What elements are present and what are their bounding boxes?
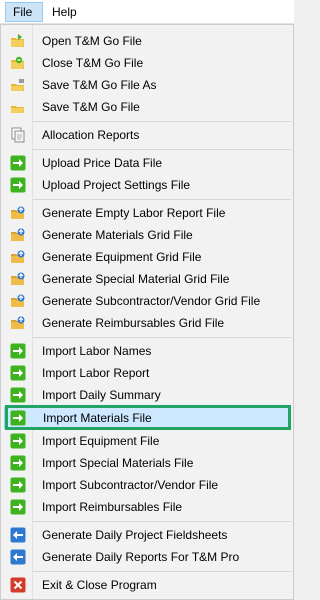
menu-item-upload-project-settings[interactable]: Upload Project Settings File <box>4 174 291 196</box>
generate-folder-icon <box>10 271 26 287</box>
menu-item-label: Open T&M Go File <box>42 34 142 48</box>
generate-folder-icon <box>10 293 26 309</box>
menu-item-generate-daily-reports-tm-pro[interactable]: Generate Daily Reports For T&M Pro <box>4 546 291 568</box>
import-arrow-icon <box>10 365 26 381</box>
menu-help[interactable]: Help <box>45 2 84 22</box>
menu-item-label: Import Subcontractor/Vendor File <box>42 478 219 492</box>
menu-separator <box>33 199 291 200</box>
menu-item-label: Allocation Reports <box>42 128 140 142</box>
menu-item-open-file[interactable]: Open T&M Go File <box>4 30 291 52</box>
menu-item-label: Import Labor Names <box>42 344 152 358</box>
menu-item-label: Save T&M Go File As <box>42 78 157 92</box>
menu-item-label: Import Labor Report <box>42 366 150 380</box>
back-arrow-icon <box>10 549 26 565</box>
menu-item-label: Generate Empty Labor Report File <box>42 206 226 220</box>
menu-item-save[interactable]: Save T&M Go File <box>4 96 291 118</box>
generate-folder-icon <box>10 315 26 331</box>
menu-item-label: Close T&M Go File <box>42 56 144 70</box>
menu-item-label: Import Reimbursables File <box>42 500 183 514</box>
menu-item-import-equipment-file[interactable]: Import Equipment File <box>4 430 291 452</box>
menu-item-generate-empty-labor-report[interactable]: Generate Empty Labor Report File <box>4 202 291 224</box>
menu-item-label: Generate Daily Reports For T&M Pro <box>42 550 240 564</box>
generate-folder-icon <box>10 227 26 243</box>
back-arrow-icon <box>10 527 26 543</box>
highlight-annotation-box <box>5 405 291 430</box>
open-folder-icon <box>10 33 26 49</box>
menu-item-label: Exit & Close Program <box>42 578 157 592</box>
menu-file[interactable]: File <box>5 2 43 22</box>
menu-item-import-labor-report[interactable]: Import Labor Report <box>4 362 291 384</box>
menu-separator <box>33 149 291 150</box>
import-arrow-icon <box>10 499 26 515</box>
menu-item-generate-reimbursables-grid[interactable]: Generate Reimbursables Grid File <box>4 312 291 334</box>
close-file-icon <box>10 55 26 71</box>
upload-arrow-icon <box>10 155 26 171</box>
menu-separator <box>33 121 291 122</box>
import-arrow-icon <box>10 387 26 403</box>
menu-item-label: Generate Special Material Grid File <box>42 272 230 286</box>
menu-item-import-subcontractor-vendor-file[interactable]: Import Subcontractor/Vendor File <box>4 474 291 496</box>
menu-item-label: Save T&M Go File <box>42 100 140 114</box>
menu-item-label: Generate Subcontractor/Vendor Grid File <box>42 294 261 308</box>
file-menu-dropdown: Open T&M Go File Close T&M Go File Save … <box>0 24 294 600</box>
upload-arrow-icon <box>10 177 26 193</box>
menu-item-close-file[interactable]: Close T&M Go File <box>4 52 291 74</box>
menu-separator <box>33 337 291 338</box>
reports-icon <box>10 127 26 143</box>
menu-item-import-reimbursables-file[interactable]: Import Reimbursables File <box>4 496 291 518</box>
generate-folder-icon <box>10 249 26 265</box>
menu-item-generate-materials-grid[interactable]: Generate Materials Grid File <box>4 224 291 246</box>
menu-item-exit-close-program[interactable]: Exit & Close Program <box>4 574 291 596</box>
import-arrow-icon <box>10 433 26 449</box>
menu-item-save-as[interactable]: Save T&M Go File As <box>4 74 291 96</box>
import-arrow-icon <box>10 343 26 359</box>
menu-item-label: Upload Price Data File <box>42 156 163 170</box>
menu-item-generate-special-material-grid[interactable]: Generate Special Material Grid File <box>4 268 291 290</box>
menu-item-import-daily-summary[interactable]: Import Daily Summary <box>4 384 291 406</box>
menu-item-generate-subcontractor-vendor-grid[interactable]: Generate Subcontractor/Vendor Grid File <box>4 290 291 312</box>
exit-icon <box>10 577 26 593</box>
menu-item-label: Import Daily Summary <box>42 388 161 402</box>
menu-bar: File Help <box>0 0 294 24</box>
import-arrow-icon <box>10 455 26 471</box>
generate-folder-icon <box>10 205 26 221</box>
menu-item-import-labor-names[interactable]: Import Labor Names <box>4 340 291 362</box>
menu-separator <box>33 571 291 572</box>
import-arrow-icon <box>10 477 26 493</box>
save-as-icon <box>10 77 26 93</box>
menu-separator <box>33 521 291 522</box>
menu-item-label: Import Equipment File <box>42 434 160 448</box>
menu-item-upload-price-data[interactable]: Upload Price Data File <box>4 152 291 174</box>
menu-item-label: Generate Reimbursables Grid File <box>42 316 225 330</box>
menu-item-label: Generate Materials Grid File <box>42 228 193 242</box>
menu-item-label: Generate Daily Project Fieldsheets <box>42 528 228 542</box>
save-icon <box>10 99 26 115</box>
menu-item-generate-equipment-grid[interactable]: Generate Equipment Grid File <box>4 246 291 268</box>
menu-item-allocation-reports[interactable]: Allocation Reports <box>4 124 291 146</box>
menu-item-label: Generate Equipment Grid File <box>42 250 202 264</box>
menu-item-generate-daily-fieldsheets[interactable]: Generate Daily Project Fieldsheets <box>4 524 291 546</box>
menu-item-label: Upload Project Settings File <box>42 178 191 192</box>
menu-item-label: Import Special Materials File <box>42 456 194 470</box>
menu-item-import-special-materials-file[interactable]: Import Special Materials File <box>4 452 291 474</box>
